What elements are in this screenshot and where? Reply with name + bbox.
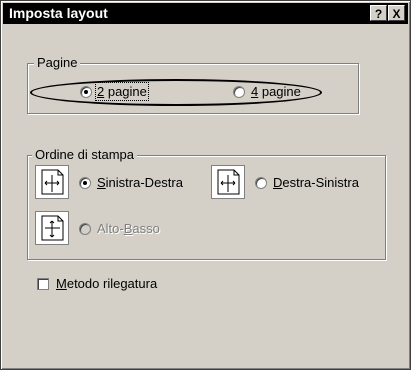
sinistra-destra-mnemonic: S (97, 175, 106, 190)
metodo-rilegatura-label[interactable]: Metodo rilegatura (56, 276, 157, 291)
alto-basso-radio (79, 223, 91, 235)
sinistra-destra-radio[interactable] (79, 177, 91, 189)
help-button[interactable]: ? (370, 5, 387, 21)
alto-basso-prefix: Alto- (97, 221, 124, 236)
dialog-title: Imposta layout (9, 5, 108, 21)
destra-sinistra-label[interactable]: Destra-Sinistra (273, 175, 359, 190)
alto-basso-label: Alto-Basso (97, 221, 160, 236)
two-pages-text: pagine (104, 84, 147, 99)
destra-sinistra-text: estra-Sinistra (282, 175, 359, 190)
metodo-rilegatura-mnemonic: M (56, 276, 67, 291)
four-pages-radio[interactable] (233, 86, 245, 98)
metodo-rilegatura-text: etodo rilegatura (66, 276, 158, 291)
ordine-stampa-group: Ordine di stampa (27, 147, 386, 260)
metodo-rilegatura-checkbox[interactable] (37, 278, 49, 290)
sinistra-destra-text: inistra-Destra (105, 175, 183, 190)
right-to-left-arrow-icon[interactable] (211, 165, 245, 199)
destra-sinistra-radio[interactable] (255, 177, 267, 189)
close-button[interactable]: X (388, 5, 405, 21)
alto-basso-text: asso (132, 221, 160, 236)
four-pages-text: pagine (258, 84, 301, 99)
sinistra-destra-label[interactable]: Sinistra-Destra (97, 175, 183, 190)
four-pages-label[interactable]: 4 pagine (251, 84, 301, 99)
top-to-bottom-arrow-icon (35, 211, 69, 245)
ordine-stampa-legend: Ordine di stampa (32, 147, 137, 162)
title-bar[interactable]: Imposta layout ? X (3, 3, 408, 24)
pagine-legend: Pagine (34, 55, 81, 70)
two-pages-label[interactable]: 2 pagine (95, 82, 149, 101)
two-pages-radio[interactable] (80, 86, 92, 98)
left-to-right-arrow-icon[interactable] (35, 165, 69, 199)
destra-sinistra-mnemonic: D (273, 175, 283, 190)
